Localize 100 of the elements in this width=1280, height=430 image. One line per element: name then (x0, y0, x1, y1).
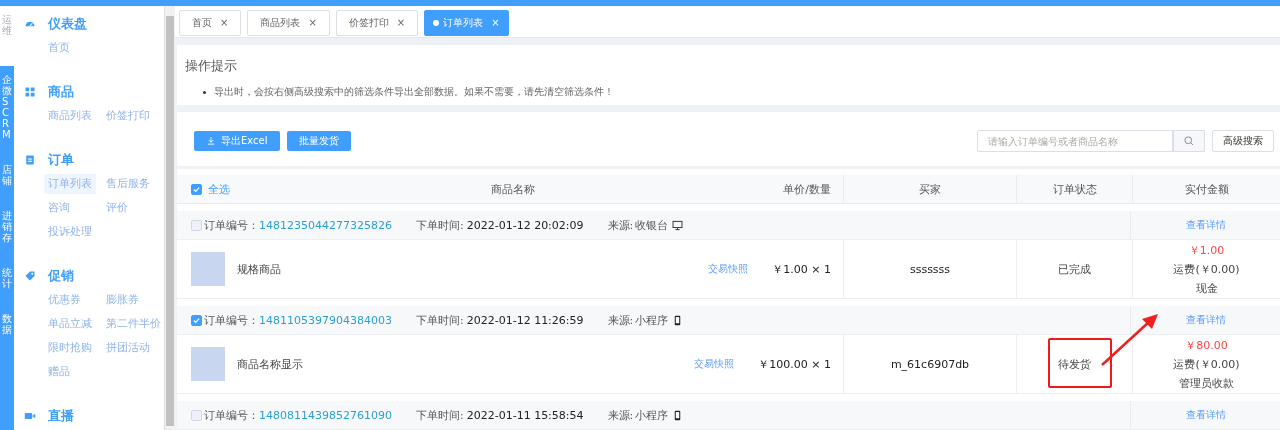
menu-item[interactable]: 赠品 (44, 362, 74, 382)
toolbar-button[interactable]: 导出Excel (194, 131, 280, 151)
menu-section-title: 仪表盘 (48, 15, 87, 33)
order-number-link[interactable]: 1481105397904384003 (259, 313, 392, 327)
order-time: 2022-01-12 11:26:59 (466, 313, 584, 327)
toolbar-button[interactable]: 批量发货 (286, 131, 351, 151)
view-details-link[interactable]: 查看详情 (1185, 218, 1226, 232)
rail-item[interactable]: 店铺 (0, 156, 14, 202)
menu-item[interactable]: 投诉处理 (44, 222, 96, 242)
source-label: 来源: (607, 407, 634, 423)
tab-label: 首页 (192, 15, 212, 30)
column-header: 实付金额 (1184, 181, 1229, 197)
close-icon[interactable]: × (308, 17, 317, 28)
column-header: 买家 (919, 181, 941, 197)
tip-text: 导出时，会按右侧高级搜索中的筛选条件导出全部数据。如果不需要，请先清空筛选条件！ (214, 85, 614, 99)
menu-item[interactable]: 咨询 (44, 198, 74, 218)
view-details-link[interactable]: 查看详情 (1185, 313, 1226, 327)
order-number-link[interactable]: 1481235044277325826 (259, 218, 392, 232)
search-field[interactable]: 请输入订单编号或者商品名称 (977, 130, 1173, 152)
order-number-label: 订单编号： (204, 312, 259, 328)
payment-method: 现金 (1195, 280, 1218, 296)
menu-item[interactable]: 订单列表 (44, 174, 96, 194)
order-time-label: 下单时间: (416, 217, 464, 233)
product-name: 规格商品 (237, 261, 282, 277)
order-number-label: 订单编号： (204, 217, 259, 233)
checkbox[interactable] (191, 409, 202, 421)
menu-item[interactable]: 价签打印 (102, 106, 154, 126)
unit-price: ￥1.00 × 1 (772, 261, 831, 277)
close-icon[interactable]: × (491, 17, 500, 28)
active-dot-icon (433, 19, 440, 26)
order-status: 待发货 (1058, 356, 1091, 372)
menu-item[interactable]: 商品列表 (44, 106, 96, 126)
tips-title: 操作提示 (185, 57, 238, 75)
tab-label: 商品列表 (260, 15, 301, 30)
menu-section-title: 直播 (48, 407, 74, 425)
menu-item[interactable]: 首页 (44, 38, 74, 58)
download-icon (206, 136, 216, 146)
product-name: 商品名称显示 (237, 356, 304, 372)
unit-price: ￥100.00 × 1 (758, 356, 831, 372)
tab[interactable]: 商品列表 × (247, 9, 330, 36)
view-details-link[interactable]: 查看详情 (1185, 408, 1226, 422)
column-header: 商品名称 (491, 181, 536, 197)
order-time: 2022-01-12 20:02:09 (466, 218, 584, 232)
menu-section-title: 促销 (48, 267, 74, 285)
menu-item[interactable]: 限时抢购 (44, 338, 96, 358)
tab-label: 价签打印 (348, 15, 389, 30)
menu-section-title: 订单 (48, 151, 74, 169)
close-icon[interactable]: × (220, 17, 229, 28)
tab[interactable]: 价签打印 × (335, 9, 419, 36)
buyer-name: m_61c6907db (890, 357, 970, 371)
order-number-label: 订单编号： (204, 407, 259, 423)
snapshot-link[interactable]: 交易快照 (694, 357, 735, 371)
grid-icon (24, 86, 36, 98)
close-icon[interactable]: × (396, 17, 406, 28)
scrollbar[interactable] (164, 6, 175, 430)
rail-item[interactable]: 统计 (0, 259, 14, 305)
menu-section-title: 商品 (48, 83, 74, 101)
video-camera-icon (24, 410, 36, 422)
order-time: 2022-01-11 15:58:54 (466, 408, 584, 422)
paid-amount: ￥80.00 (1185, 337, 1228, 353)
menu-item[interactable]: 第二件半价 (102, 314, 164, 334)
rail-item[interactable]: 运维 (0, 6, 14, 66)
menu-item[interactable]: 膨胀券 (102, 290, 143, 310)
buyer-name: sssssss (909, 262, 951, 276)
snapshot-link[interactable]: 交易快照 (708, 262, 749, 276)
menu-item[interactable]: 评价 (102, 198, 132, 218)
advanced-search-button[interactable]: 高级搜索 (1212, 130, 1274, 152)
source-label: 来源: (607, 217, 634, 233)
freight-amount: 运费(￥0.00) (1173, 261, 1240, 277)
column-header: 订单状态 (1052, 181, 1097, 197)
menu-item[interactable]: 售后服务 (102, 174, 154, 194)
search-button[interactable] (1173, 130, 1205, 152)
tab[interactable]: 订单列表 × (424, 9, 509, 36)
menu-item[interactable]: 优惠券 (44, 290, 85, 310)
order-time-label: 下单时间: (416, 407, 464, 423)
freight-amount: 运费(￥0.00) (1173, 356, 1240, 372)
tab-label: 订单列表 (443, 15, 484, 30)
annotation-arrow (1100, 313, 1160, 367)
rail-item[interactable]: 数据 (0, 305, 14, 351)
photo-placeholder (191, 252, 225, 286)
checkbox[interactable] (191, 183, 202, 195)
order-time-label: 下单时间: (416, 312, 464, 328)
tag-icon (24, 270, 36, 282)
select-all-label[interactable]: 全选 (208, 181, 230, 197)
source-value: 小程序 (635, 312, 669, 328)
rail-item[interactable]: 进销存 (0, 202, 14, 259)
checkbox[interactable] (191, 219, 202, 231)
menu-item[interactable]: 拼团活动 (102, 338, 154, 358)
menu-item[interactable]: 单品立减 (44, 314, 96, 334)
column-header: 单价/数量 (783, 181, 831, 197)
rail-item[interactable]: 企微SCRM (0, 66, 14, 156)
checkbox[interactable] (191, 314, 202, 326)
source-value: 小程序 (635, 407, 669, 423)
order-number-link[interactable]: 1480811439852761090 (259, 408, 392, 422)
bullet-icon (203, 90, 206, 94)
photo-placeholder (191, 347, 225, 381)
tab[interactable]: 首页 × (179, 9, 242, 36)
order-status: 已完成 (1058, 261, 1091, 277)
source-value: 收银台 (635, 217, 669, 233)
paid-amount: ￥1.00 (1188, 242, 1225, 258)
